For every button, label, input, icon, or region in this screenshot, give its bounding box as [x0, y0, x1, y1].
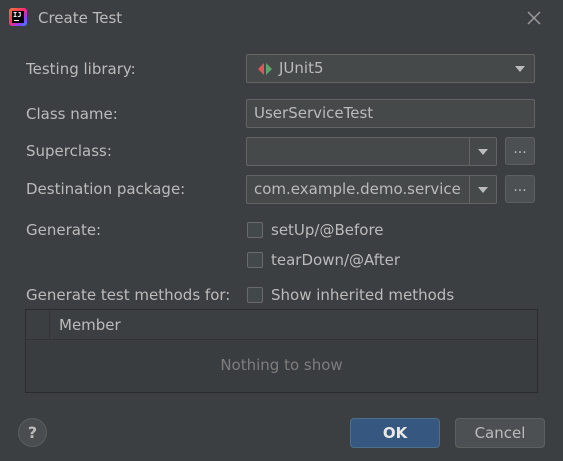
- intellij-logo-icon: IJ: [9, 8, 27, 26]
- close-icon: [527, 11, 541, 25]
- destination-package-arrow[interactable]: [469, 176, 496, 203]
- destination-package-label: Destination package:: [26, 180, 186, 198]
- show-inherited-checkbox[interactable]: [247, 287, 263, 303]
- ok-button[interactable]: OK: [350, 418, 440, 448]
- empty-state-text: Nothing to show: [220, 356, 343, 374]
- title-bar: IJ Create Test: [0, 0, 563, 36]
- cancel-button[interactable]: Cancel: [455, 418, 545, 448]
- help-button[interactable]: ?: [18, 418, 47, 447]
- class-name-input[interactable]: UserServiceTest: [246, 99, 535, 128]
- generate-methods-label: Generate test methods for:: [26, 286, 231, 304]
- junit-icon: [258, 63, 272, 75]
- table-body: Nothing to show: [26, 341, 537, 392]
- setup-checkbox[interactable]: [247, 222, 263, 238]
- setup-checkbox-label[interactable]: setUp/@Before: [271, 220, 384, 240]
- class-name-label: Class name:: [26, 105, 118, 123]
- members-table[interactable]: Member Nothing to show: [25, 309, 538, 393]
- select-all-column[interactable]: [26, 310, 50, 340]
- destination-package-combo[interactable]: com.example.demo.service: [246, 175, 497, 204]
- chevron-down-icon: [515, 66, 525, 72]
- destination-package-browse-button[interactable]: ...: [505, 175, 535, 203]
- member-column-header[interactable]: Member: [59, 315, 121, 335]
- chevron-down-icon: [478, 187, 488, 193]
- testing-library-value: JUnit5: [279, 59, 324, 77]
- close-button[interactable]: [524, 8, 544, 28]
- superclass-browse-button[interactable]: ...: [505, 137, 535, 165]
- table-header: Member: [26, 310, 537, 340]
- chevron-down-icon: [478, 149, 488, 155]
- testing-library-label: Testing library:: [26, 60, 136, 78]
- superclass-arrow[interactable]: [469, 138, 496, 165]
- dialog-title: Create Test: [38, 9, 123, 27]
- destination-package-value: com.example.demo.service: [254, 180, 461, 198]
- testing-library-dropdown[interactable]: JUnit5: [246, 54, 535, 83]
- app-icon-text: IJ: [12, 11, 24, 23]
- generate-label: Generate:: [26, 221, 102, 239]
- show-inherited-label[interactable]: Show inherited methods: [271, 285, 454, 305]
- superclass-label: Superclass:: [26, 142, 112, 160]
- superclass-combo[interactable]: [246, 137, 497, 166]
- teardown-checkbox-label[interactable]: tearDown/@After: [271, 250, 400, 270]
- teardown-checkbox[interactable]: [247, 252, 263, 268]
